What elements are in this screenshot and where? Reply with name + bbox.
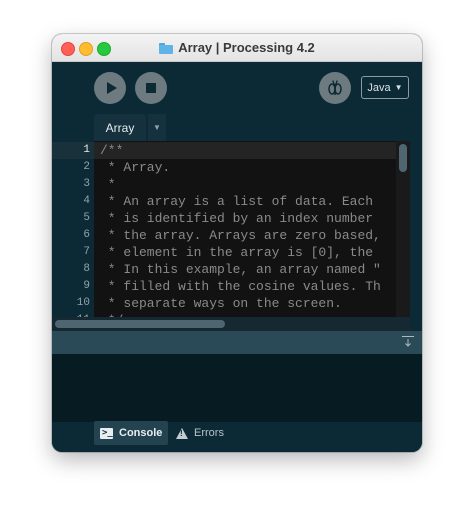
code-line: * element in the array is [0], the	[100, 245, 374, 260]
stop-button[interactable]	[135, 72, 167, 104]
line-number: 3	[83, 178, 90, 190]
tab-array[interactable]: Array	[94, 114, 146, 141]
code-line: * Array.	[100, 160, 171, 175]
console-tab[interactable]: >_ Console	[94, 421, 168, 445]
collapse-console-icon[interactable]	[402, 336, 414, 348]
run-button[interactable]	[94, 72, 126, 104]
line-number: 10	[76, 297, 90, 309]
errors-tab-label: Errors	[194, 427, 224, 439]
line-number: 9	[83, 280, 90, 292]
code-editor[interactable]: 1 2 3 4 5 6 7 8 9 10 11 /** * Array. * *…	[52, 141, 410, 317]
toolbar: Java ▼	[52, 62, 422, 114]
folder-icon	[159, 42, 174, 54]
mode-label: Java	[367, 81, 391, 94]
line-number-gutter: 1 2 3 4 5 6 7 8 9 10 11	[52, 141, 94, 317]
chevron-down-icon: ▼	[394, 83, 403, 92]
tab-label: Array	[105, 120, 135, 135]
processing-window: Array | Processing 4.2 Java ▼ Array ▼ 1 …	[52, 34, 422, 452]
current-line-highlight	[94, 142, 410, 159]
title-bar[interactable]: Array | Processing 4.2	[52, 34, 422, 62]
horizontal-scroll-thumb[interactable]	[55, 320, 225, 328]
code-line: /**	[100, 143, 124, 158]
window-title: Array | Processing 4.2	[178, 40, 315, 55]
code-line: * separate ways on the screen.	[100, 296, 342, 311]
code-line: * In this example, an array named "	[100, 262, 381, 277]
warning-icon: !	[176, 427, 188, 439]
vertical-scroll-thumb[interactable]	[399, 144, 407, 172]
console-output[interactable]	[52, 354, 422, 422]
line-number: 8	[83, 263, 90, 275]
butterfly-icon	[328, 80, 342, 95]
sketch-tabs: Array ▼	[52, 114, 422, 141]
window-title-group: Array | Processing 4.2	[52, 34, 422, 61]
line-number: 2	[83, 161, 90, 173]
line-number: 5	[83, 212, 90, 224]
line-number: 6	[83, 229, 90, 241]
code-line: * An array is a list of data. Each	[100, 194, 374, 209]
line-number: 4	[83, 195, 90, 207]
chevron-down-icon: ▼	[153, 123, 161, 132]
code-line: * the array. Arrays are zero based,	[100, 228, 381, 243]
line-number: 7	[83, 246, 90, 258]
line-number: 1	[52, 142, 94, 159]
tab-menu-button[interactable]: ▼	[148, 114, 166, 141]
console-tab-label: Console	[119, 427, 163, 439]
editor-right-margin	[410, 141, 422, 317]
mode-selector[interactable]: Java ▼	[361, 76, 409, 99]
errors-tab[interactable]: ! Errors	[176, 421, 224, 445]
code-line: * filled with the cosine values. Th	[100, 279, 381, 294]
terminal-icon: >_	[100, 427, 113, 439]
debug-button[interactable]	[319, 72, 351, 104]
play-icon	[106, 82, 117, 94]
stop-icon	[146, 83, 156, 93]
code-line: * is identified by an index number	[100, 211, 374, 226]
console-divider[interactable]	[52, 331, 422, 354]
code-line: *	[100, 177, 116, 192]
